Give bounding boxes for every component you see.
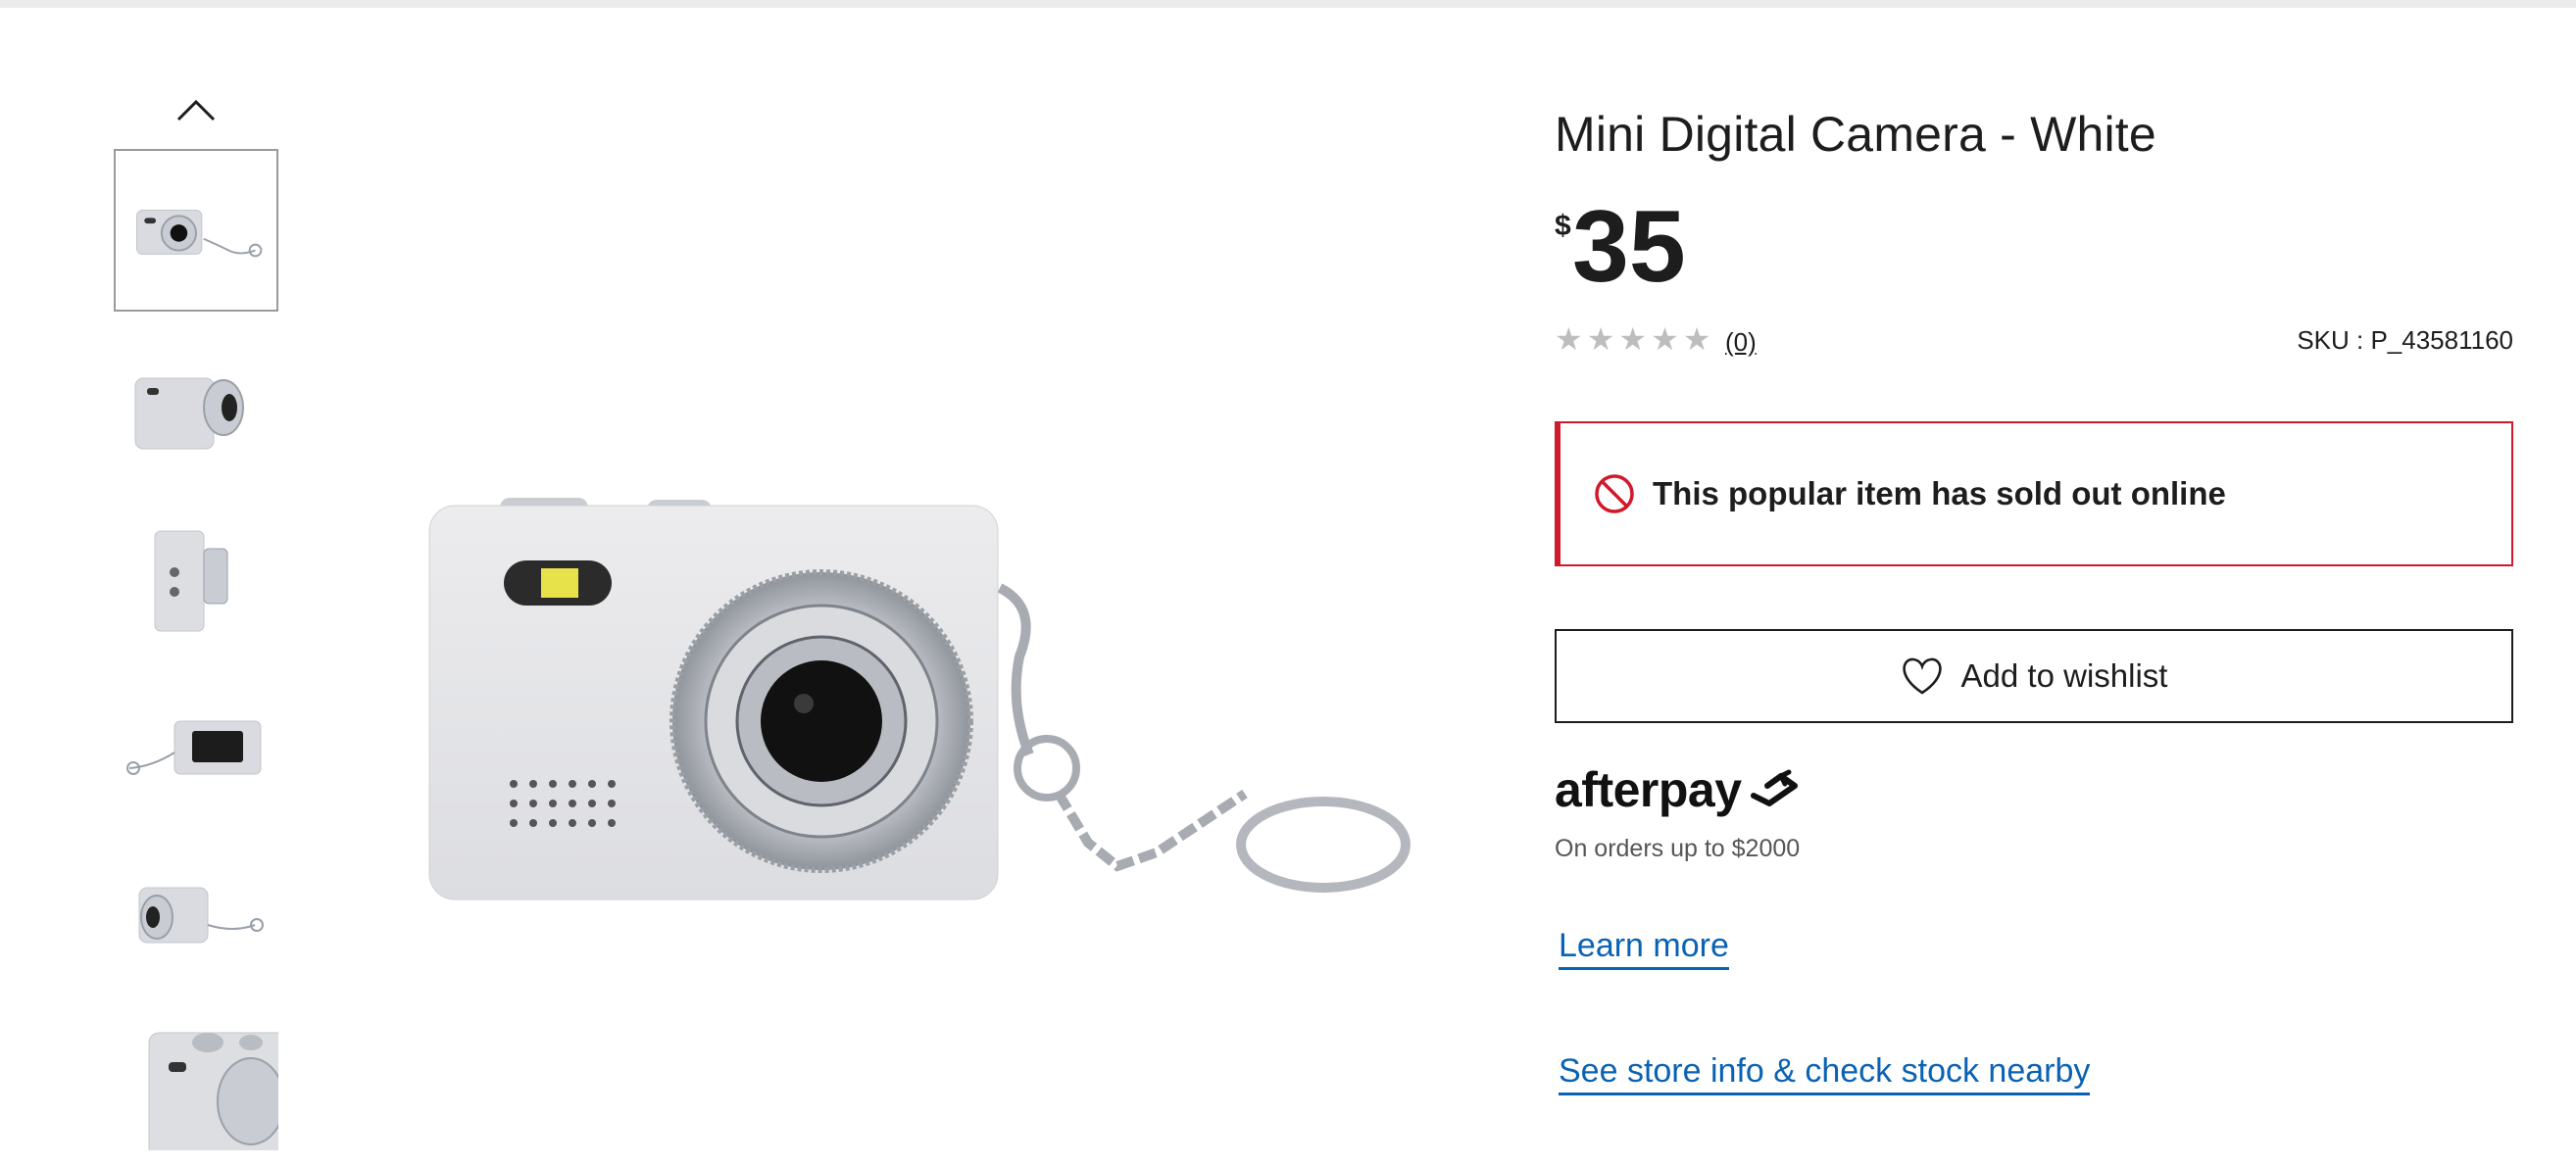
product-main-image	[412, 470, 1412, 931]
thumbnail-6[interactable]	[114, 1003, 278, 1150]
learn-more-link[interactable]: Learn more	[1559, 927, 1729, 970]
review-count-link[interactable]: (0)	[1725, 327, 1757, 358]
chevron-up-icon[interactable]	[173, 94, 220, 129]
thumbnail-1[interactable]	[114, 149, 278, 312]
thumbnail-3[interactable]	[114, 494, 278, 656]
sold-out-alert: This popular item has sold out online	[1555, 421, 2513, 566]
star-icon: ★	[1651, 321, 1679, 357]
thumbnail-4[interactable]	[114, 658, 278, 821]
prohibited-icon	[1595, 474, 1634, 513]
star-rating: ★ ★ ★ ★ ★	[1555, 323, 1710, 355]
afterpay-wordmark: afterpay	[1555, 762, 1742, 817]
store-info-link[interactable]: See store info & check stock nearby	[1559, 1052, 2091, 1095]
top-divider	[0, 0, 2576, 8]
afterpay-note: On orders up to $2000	[1555, 835, 1801, 862]
thumbnail-2[interactable]	[114, 329, 278, 492]
thumbnail-5[interactable]	[114, 823, 278, 986]
afterpay-logo: afterpay	[1555, 760, 1803, 819]
star-icon: ★	[1586, 321, 1615, 357]
price-currency: $	[1555, 210, 1571, 242]
afterpay-arrows-icon	[1750, 769, 1798, 806]
star-icon: ★	[1682, 321, 1711, 357]
price-amount: 35	[1572, 190, 1686, 304]
sku-label: SKU : P_43581160	[2297, 325, 2513, 355]
alert-message: This popular item has sold out online	[1653, 475, 2226, 511]
add-to-wishlist-button[interactable]: Add to wishlist	[1555, 629, 2513, 723]
heart-icon	[1902, 657, 1942, 695]
star-icon: ★	[1618, 321, 1648, 357]
wishlist-label: Add to wishlist	[1960, 657, 2168, 694]
product-title: Mini Digital Camera - White	[1555, 107, 2156, 162]
star-icon: ★	[1555, 321, 1583, 357]
